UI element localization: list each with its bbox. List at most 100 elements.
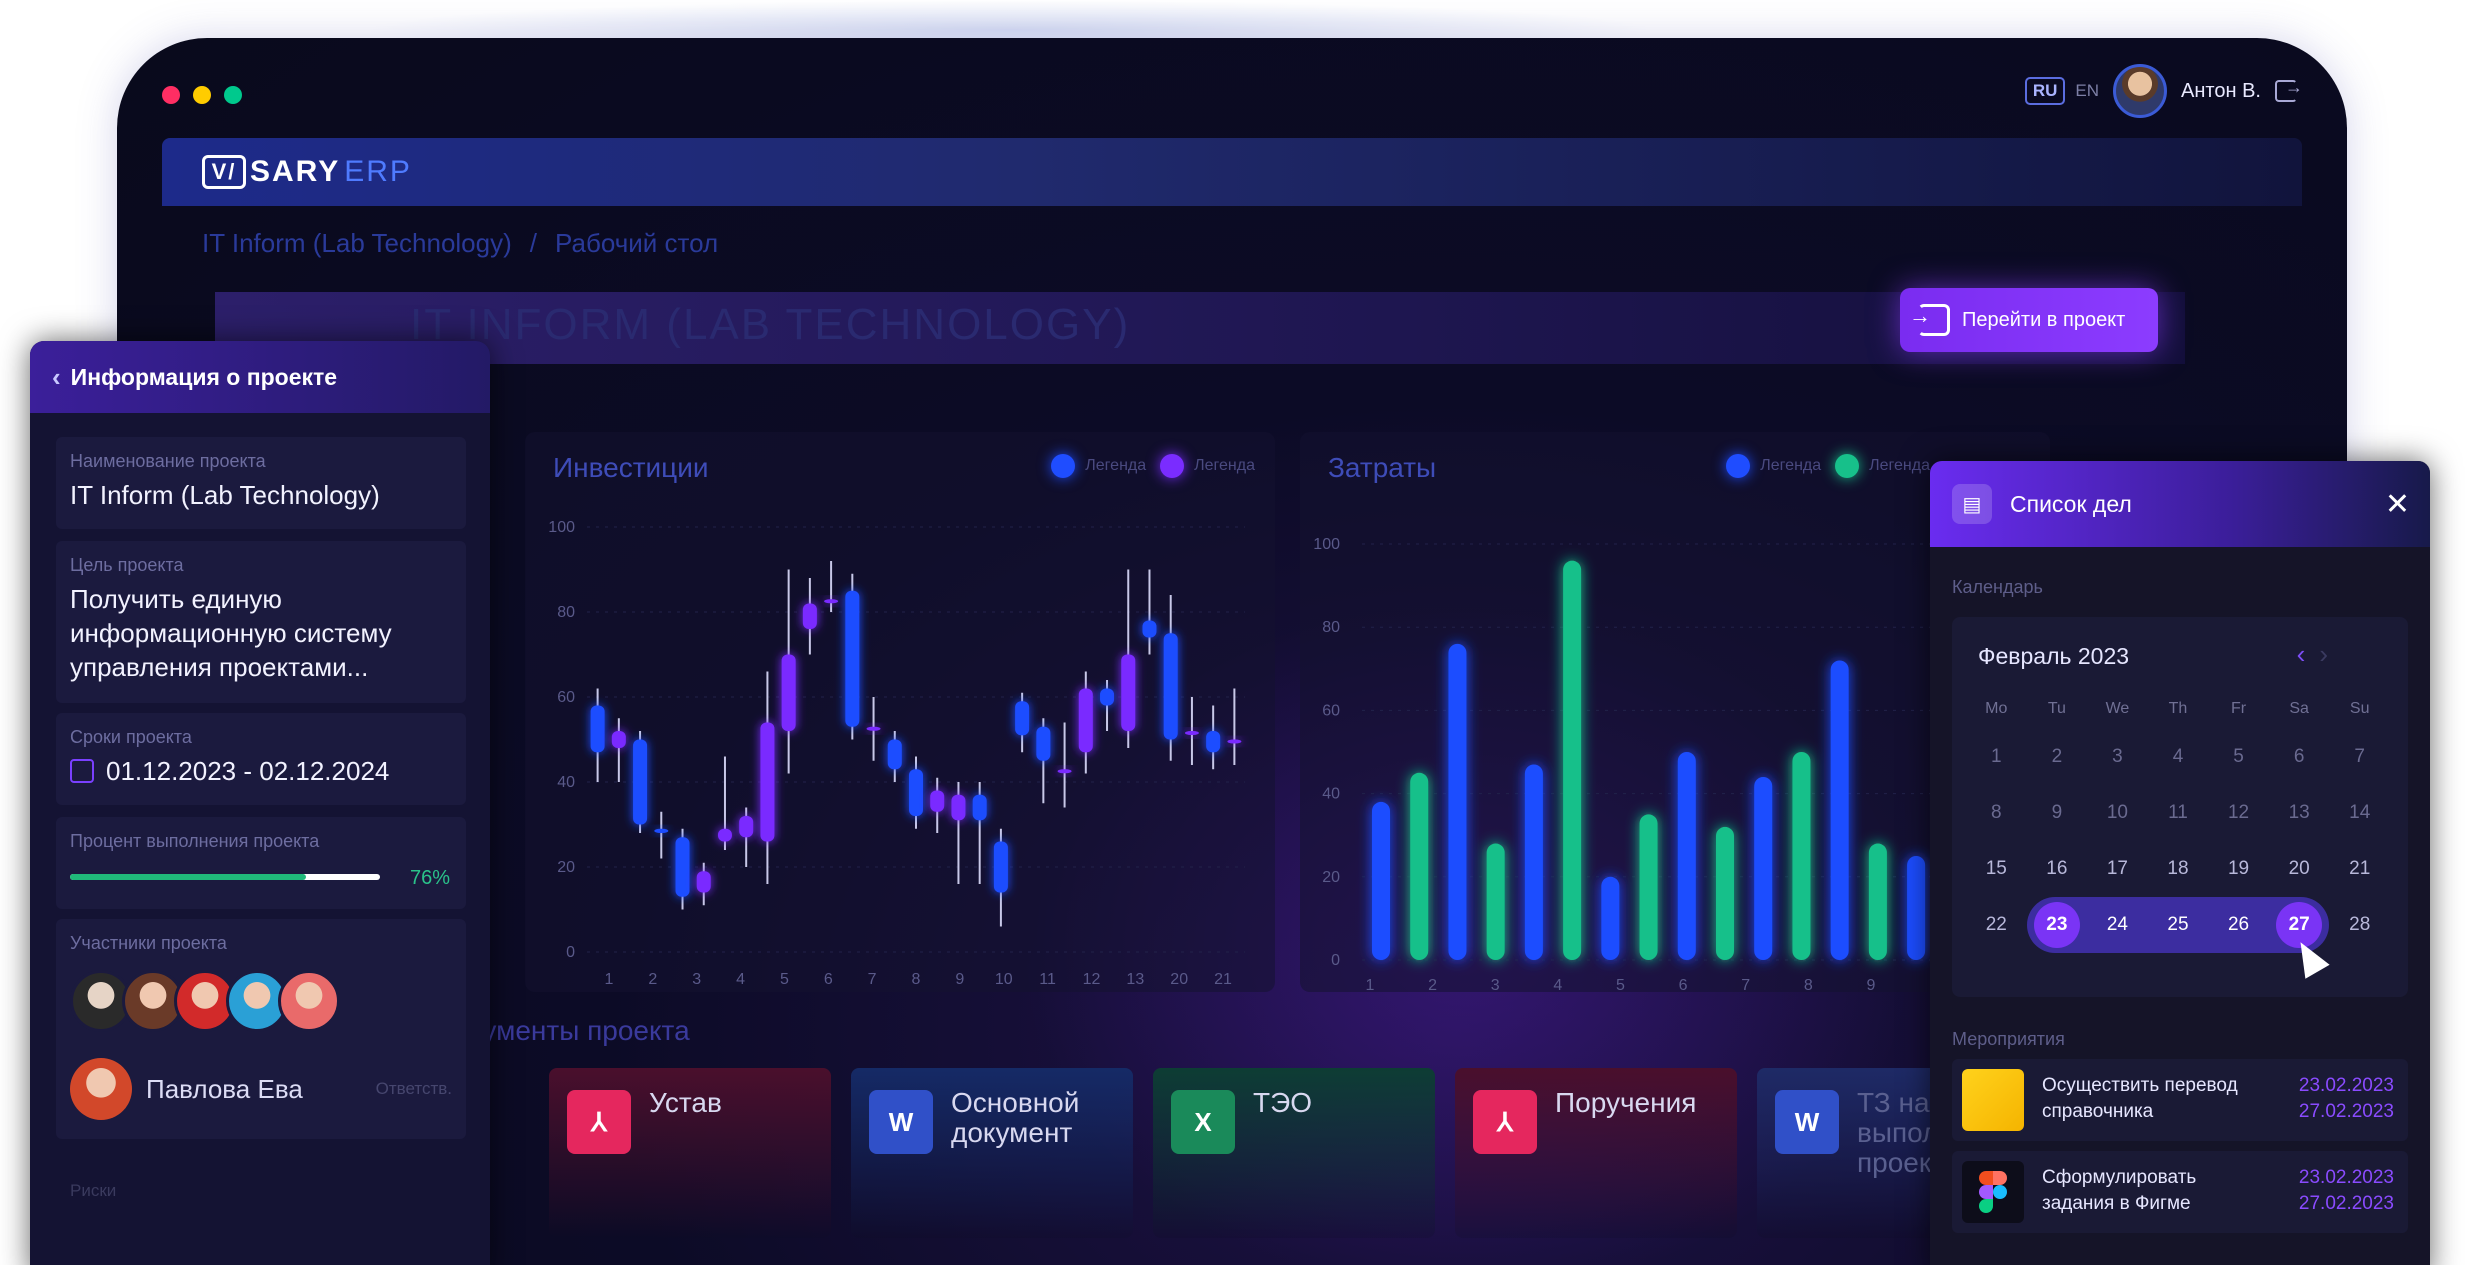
minimize-window-dot[interactable] bbox=[193, 86, 211, 104]
todo-title: Список дел bbox=[2010, 490, 2132, 517]
owner-role: Ответств. bbox=[375, 1079, 452, 1098]
project-info-title: Информация о проекте bbox=[70, 363, 338, 390]
calendar-day[interactable]: 1 bbox=[1966, 729, 2027, 785]
figma-shape-blue bbox=[1993, 1185, 2007, 1199]
x-tick-label: 21 bbox=[1214, 971, 1232, 988]
calendar-day[interactable]: 25 bbox=[2147, 897, 2209, 953]
prev-month-icon[interactable]: ‹ bbox=[2297, 639, 2306, 669]
go-to-project-button[interactable]: Перейти в проект bbox=[1900, 288, 2158, 352]
calendar-day[interactable]: 9 bbox=[2027, 785, 2088, 841]
document-card[interactable]: ⅄ Поручения bbox=[1455, 1068, 1737, 1238]
calendar-day-number: 23 bbox=[2046, 914, 2068, 935]
document-card[interactable]: X ТЭО bbox=[1153, 1068, 1435, 1238]
y-tick-label: 40 bbox=[1322, 786, 1340, 803]
project-goal-value: Получить единую информационную систему у… bbox=[70, 584, 392, 682]
x-tick-label: 3 bbox=[1491, 977, 1500, 992]
app-logo[interactable]: V/ SARY ERP bbox=[202, 155, 412, 189]
figma-shapes bbox=[1979, 1171, 2007, 1213]
go-to-project-label: Перейти в проект bbox=[1962, 308, 2126, 331]
y-tick-label: 100 bbox=[1313, 536, 1340, 553]
calendar-day[interactable]: 8 bbox=[1966, 785, 2027, 841]
close-window-dot[interactable] bbox=[162, 86, 180, 104]
calendar-day[interactable]: 15 bbox=[1966, 841, 2027, 897]
calendar-day[interactable]: 12 bbox=[2208, 785, 2269, 841]
calendar-day[interactable]: 17 bbox=[2087, 841, 2148, 897]
user-name[interactable]: Антон В. bbox=[2181, 80, 2261, 103]
event-item[interactable]: Сформулировать задания в Фигме 23.02.202… bbox=[1952, 1151, 2408, 1233]
bar bbox=[1868, 843, 1887, 960]
bar bbox=[1639, 814, 1658, 960]
project-members-section: Участники проекта Павлова Ева Ответств. bbox=[56, 919, 466, 1139]
event-start-date: 23.02.2023 bbox=[2298, 1075, 2394, 1096]
calendar-day[interactable]: 13 bbox=[2269, 785, 2330, 841]
bar bbox=[1677, 752, 1696, 960]
breadcrumb-project[interactable]: IT Inform (Lab Technology) bbox=[202, 228, 512, 259]
page-title: IT INFORM (LAB TECHNOLOGY) bbox=[410, 300, 1131, 349]
close-icon[interactable]: ✕ bbox=[2385, 487, 2410, 522]
owner-row[interactable]: Павлова Ева Ответств. bbox=[70, 1058, 452, 1120]
calendar-day[interactable]: 7 bbox=[2329, 729, 2390, 785]
x-tick-label: 12 bbox=[1083, 971, 1101, 988]
calendar-day[interactable]: 28 bbox=[2329, 897, 2390, 953]
document-label: Основной документ bbox=[951, 1087, 1080, 1148]
calendar-day[interactable]: 10 bbox=[2087, 785, 2148, 841]
next-month-icon[interactable]: › bbox=[2319, 639, 2328, 669]
figma-icon bbox=[1962, 1161, 2024, 1223]
candle-body bbox=[972, 794, 987, 821]
x-tick-label: 5 bbox=[1616, 977, 1625, 992]
candle-body bbox=[1036, 726, 1051, 761]
lang-ru[interactable]: RU bbox=[2024, 77, 2066, 105]
user-bar: RU EN Антон В. bbox=[2024, 64, 2303, 118]
maximize-window-dot[interactable] bbox=[224, 86, 242, 104]
calendar-day[interactable]: 23 bbox=[2026, 897, 2088, 953]
document-card[interactable]: ⅄ Устав bbox=[549, 1068, 831, 1238]
calendar-day[interactable]: 22 bbox=[1966, 897, 2027, 953]
calendar-day[interactable]: 19 bbox=[2208, 841, 2269, 897]
x-tick-label: 11 bbox=[1039, 971, 1056, 988]
candle-body bbox=[1057, 769, 1072, 774]
calendar-label: Календарь bbox=[1952, 577, 2043, 597]
breadcrumb-desktop[interactable]: Рабочий стол bbox=[555, 228, 718, 259]
x-tick-label: 8 bbox=[1804, 977, 1813, 992]
bar bbox=[1830, 660, 1849, 960]
project-dates-value: 01.12.2023 - 02.12.2024 bbox=[70, 754, 452, 788]
calendar-day[interactable]: 18 bbox=[2148, 841, 2209, 897]
bar bbox=[1716, 826, 1734, 960]
calendar-day[interactable]: 11 bbox=[2148, 785, 2209, 841]
calendar-grid: Mo Tu We Th Fr Sa Su 1 2 3 4 5 6 7 8 9 10 11 12 13 14 15 16 17 1… bbox=[1966, 689, 2390, 953]
back-chevron-icon[interactable]: ‹ bbox=[52, 362, 61, 393]
window-controls bbox=[162, 86, 242, 104]
candle-body bbox=[866, 726, 881, 731]
breadcrumb-separator: / bbox=[529, 228, 537, 258]
calendar-day[interactable]: 24 bbox=[2087, 897, 2148, 953]
event-item[interactable]: Осуществить перевод справочника 23.02.20… bbox=[1952, 1059, 2408, 1141]
candle-body bbox=[1184, 731, 1199, 735]
calendar-day[interactable]: 21 bbox=[2329, 841, 2390, 897]
calendar-day[interactable]: 5 bbox=[2208, 729, 2269, 785]
x-tick-label: 9 bbox=[1867, 977, 1876, 992]
calendar-month: Февраль 2023 bbox=[1978, 643, 2130, 669]
candle-body bbox=[633, 739, 648, 825]
y-tick-label: 100 bbox=[548, 519, 575, 536]
candle-body bbox=[887, 739, 902, 770]
calendar-day[interactable]: 2 bbox=[2027, 729, 2088, 785]
bar bbox=[1410, 772, 1429, 960]
calendar-day[interactable]: 3 bbox=[2087, 729, 2148, 785]
project-members-label: Участники проекта bbox=[70, 933, 227, 953]
x-tick-label: 20 bbox=[1170, 971, 1188, 988]
calendar-day[interactable]: 26 bbox=[2208, 897, 2269, 953]
calendar-day[interactable]: 20 bbox=[2269, 841, 2330, 897]
candle-body bbox=[1163, 633, 1178, 740]
logout-icon[interactable] bbox=[2275, 77, 2303, 102]
document-card[interactable]: W Основной документ bbox=[851, 1068, 1133, 1238]
calendar-day[interactable]: 16 bbox=[2027, 841, 2088, 897]
calendar-day[interactable]: 4 bbox=[2148, 729, 2209, 785]
candle-body bbox=[824, 599, 839, 604]
lang-en[interactable]: EN bbox=[2075, 81, 2099, 101]
y-tick-label: 20 bbox=[557, 859, 575, 876]
calendar-day[interactable]: 14 bbox=[2329, 785, 2390, 841]
user-avatar[interactable] bbox=[2113, 64, 2168, 118]
pdf-icon: ⅄ bbox=[567, 1090, 631, 1154]
member-avatar[interactable] bbox=[278, 970, 340, 1032]
calendar-day[interactable]: 6 bbox=[2269, 729, 2330, 785]
